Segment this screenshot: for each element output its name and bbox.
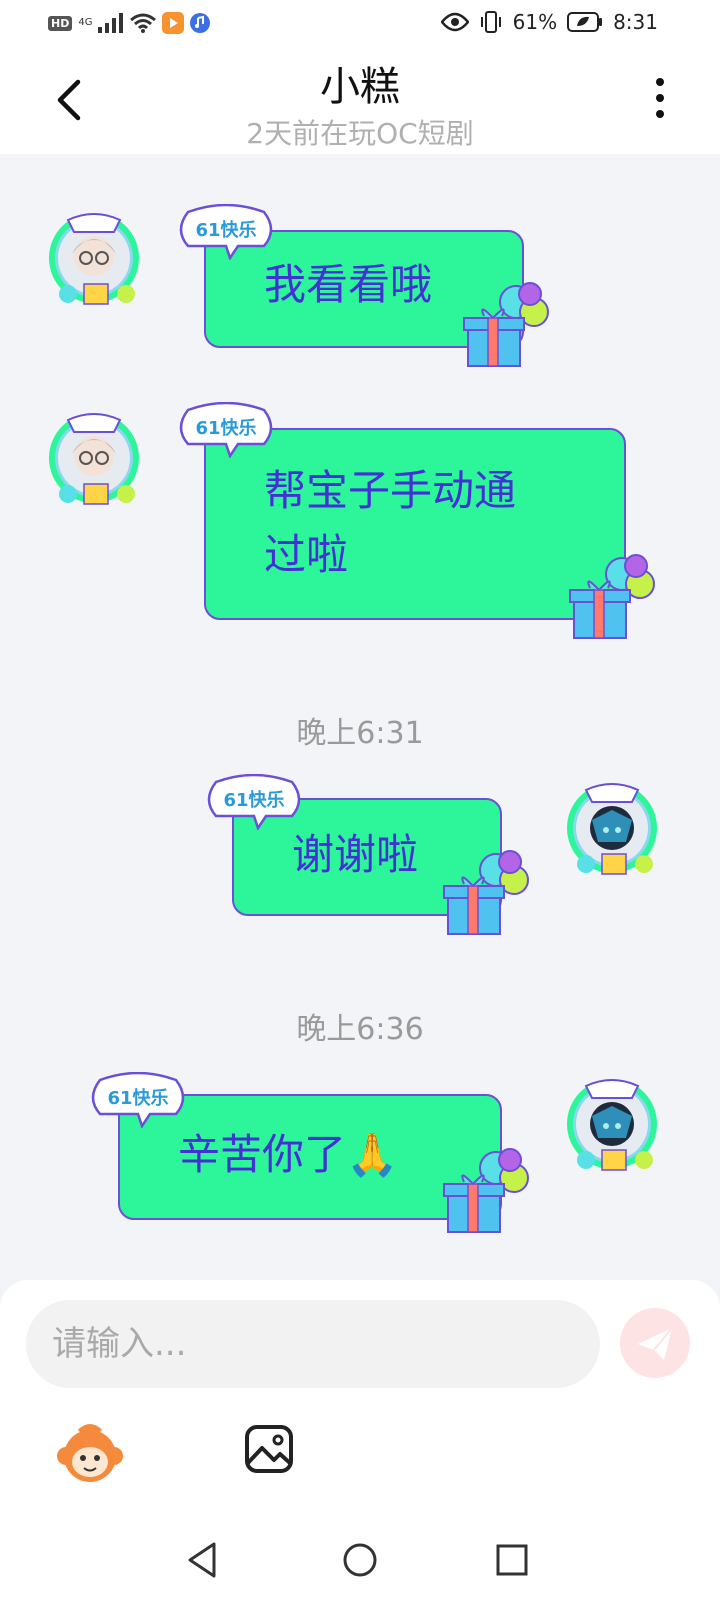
message-list[interactable]: 我看看哦 帮宝子手动通 过啦 晚上6:31 谢谢啦 晚上6:36 辛苦你了🙏	[0, 154, 720, 1280]
system-nav-bar	[0, 1520, 720, 1600]
network-type: 4G	[78, 17, 93, 28]
message-text: 谢谢啦	[292, 830, 419, 879]
composer	[0, 1280, 720, 1520]
dot-icon	[656, 94, 664, 102]
more-options-button[interactable]	[652, 78, 668, 124]
gift-icon	[443, 850, 529, 935]
message-input-wrapper	[26, 1300, 600, 1388]
dot-icon	[656, 78, 664, 86]
badge-sticker	[179, 402, 273, 458]
gift-icon	[569, 554, 655, 639]
image-button[interactable]	[244, 1424, 294, 1474]
square-recents-icon	[496, 1544, 528, 1576]
hd-indicator: HD	[48, 15, 73, 31]
my-avatar[interactable]	[562, 780, 662, 880]
status-left: HD 4G	[48, 12, 211, 34]
chat-header: 小糕 2天前在玩OC短剧	[0, 48, 720, 154]
eye-icon	[440, 12, 469, 32]
contact-name: 小糕	[320, 64, 400, 110]
vibrate-icon	[480, 11, 501, 33]
circle-home-icon	[343, 1543, 377, 1577]
message-input[interactable]	[26, 1300, 600, 1388]
triangle-back-icon	[188, 1542, 216, 1578]
badge-sticker	[91, 1072, 185, 1128]
gift-icon	[463, 282, 549, 367]
nav-back-button[interactable]	[182, 1538, 226, 1582]
wifi-icon	[130, 13, 157, 33]
send-button[interactable]	[620, 1308, 690, 1378]
dot-icon	[656, 110, 664, 118]
badge-sticker	[179, 204, 273, 260]
video-app-icon	[162, 12, 185, 34]
badge-sticker	[207, 774, 301, 830]
contact-avatar[interactable]	[44, 210, 144, 310]
my-avatar[interactable]	[562, 1076, 662, 1176]
contact-avatar[interactable]	[44, 410, 144, 510]
contact-status: 2天前在玩OC短剧	[246, 117, 474, 150]
gift-icon	[443, 1148, 529, 1233]
status-right: 61% 8:31	[440, 10, 658, 34]
message-timestamp: 晚上6:36	[296, 1012, 424, 1047]
image-icon	[245, 1425, 293, 1473]
send-icon	[638, 1327, 673, 1360]
status-bar: HD 4G 61% 8:31	[0, 0, 720, 48]
message-text: 辛苦你了🙏	[178, 1130, 399, 1179]
nav-home-button[interactable]	[338, 1538, 382, 1582]
battery-percent: 61%	[512, 10, 558, 34]
message-text-line: 帮宝子手动通	[264, 466, 517, 515]
message-text: 我看看哦	[264, 260, 433, 309]
monkey-sticker-icon	[57, 1424, 123, 1482]
sticker-button[interactable]	[56, 1420, 124, 1488]
message-timestamp: 晚上6:31	[296, 716, 424, 751]
signal-icon	[98, 13, 124, 33]
music-app-icon	[190, 13, 211, 33]
message-text-line: 过啦	[264, 530, 349, 579]
battery-icon	[567, 12, 603, 32]
clock: 8:31	[613, 10, 658, 34]
nav-recents-button[interactable]	[490, 1538, 534, 1582]
